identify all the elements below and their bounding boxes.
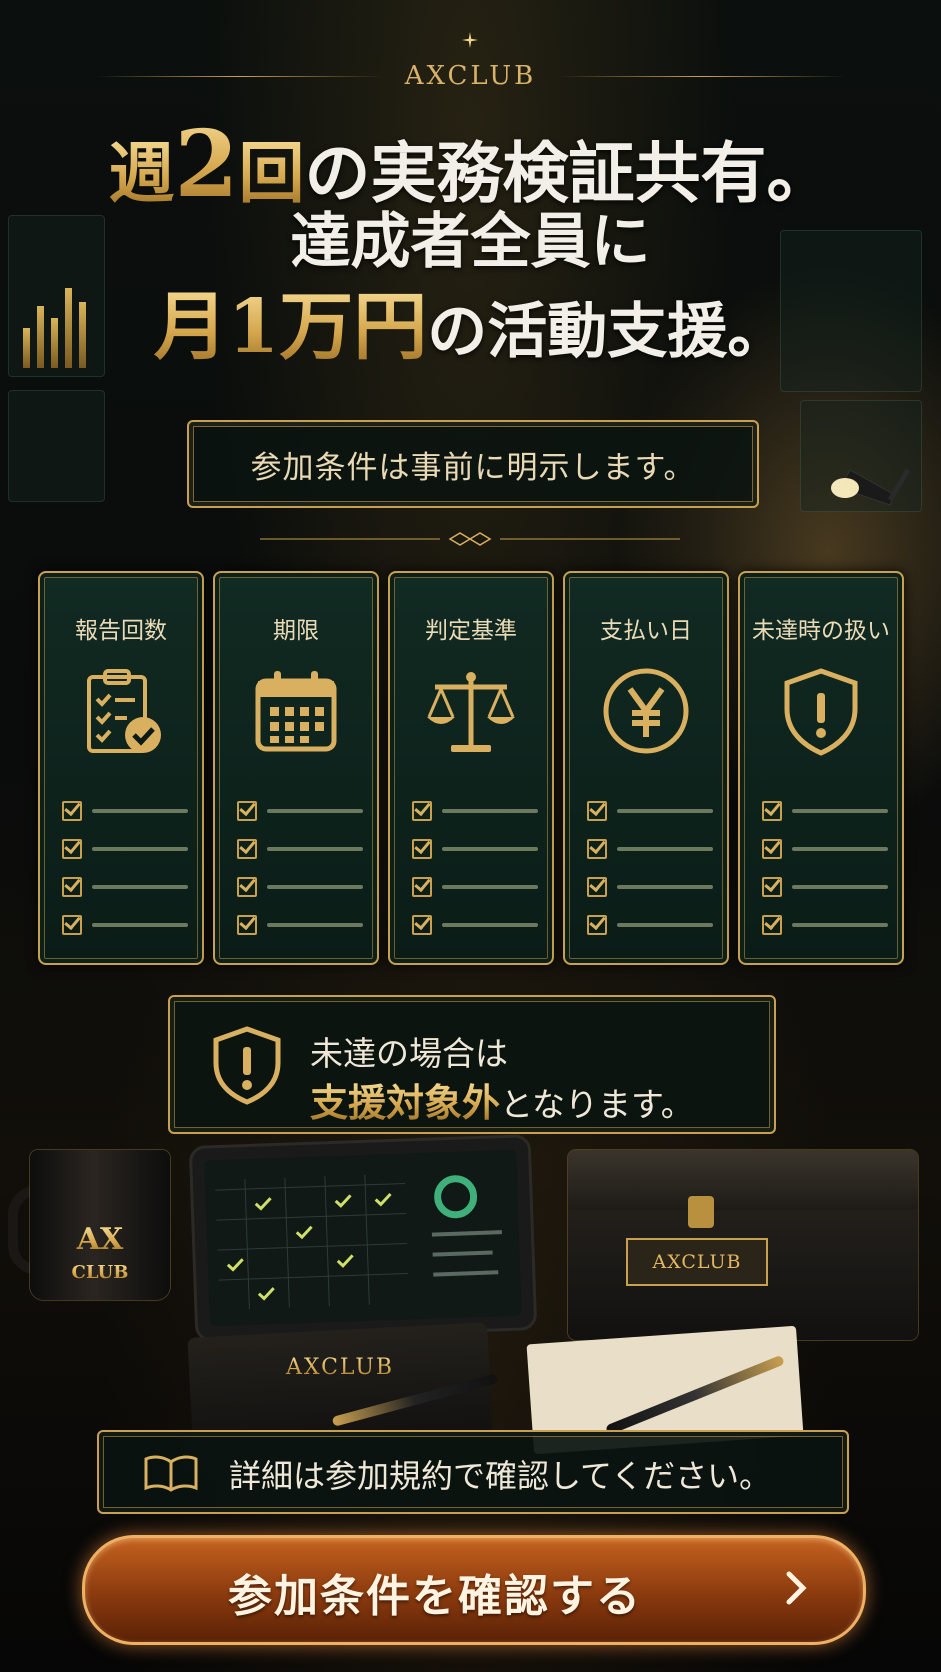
- mug-logo-ax: AX: [30, 1225, 170, 1255]
- card-deadline: 期限: [213, 571, 379, 965]
- promo-banner: AXCLUB 週2回の実務検証共有。 達成者全員に 月1万円の活動支援。 参加条…: [0, 0, 941, 1672]
- notebook: [187, 1322, 493, 1448]
- tablet-screen: [204, 1149, 522, 1327]
- info-text: 詳細は参加規約で確認してください。: [229, 1457, 772, 1495]
- brand-logo: AXCLUB: [404, 61, 537, 91]
- headline-times: 回: [238, 134, 305, 212]
- card-title: 報告回数: [75, 618, 167, 644]
- check-item: [237, 877, 363, 897]
- headline-number-2: 2: [174, 110, 239, 218]
- card-unmet-handling: 未達時の扱い: [738, 571, 904, 965]
- confirm-conditions-button-label: 参加条件を確認する: [228, 1571, 642, 1622]
- condition-notice-text: 参加条件は事前に明示します。: [250, 449, 696, 486]
- info-box: 詳細は参加規約で確認してください。: [97, 1430, 849, 1514]
- background-dashboard-left-2: [8, 390, 105, 502]
- check-item: [587, 801, 713, 821]
- warning-line-1: 未達の場合は: [310, 1034, 508, 1073]
- check-item: [62, 915, 188, 935]
- brand-divider-left: [95, 75, 383, 77]
- ornament-divider: [260, 532, 680, 546]
- scales-icon: [427, 672, 515, 752]
- shield-warning-icon: [213, 1026, 281, 1105]
- check-item: [762, 801, 888, 821]
- clipboard-check-icon: [87, 669, 161, 753]
- yen-coin-icon: [603, 668, 689, 754]
- warning-line-2: 支援対象外となります。: [310, 1072, 694, 1127]
- check-item: [412, 801, 538, 821]
- check-item: [412, 877, 538, 897]
- headline-line-1: 週2回の実務検証共有。: [0, 118, 941, 210]
- check-item: [762, 877, 888, 897]
- check-item: [762, 915, 888, 935]
- sparkle-icon: [462, 32, 478, 48]
- headline-week: 週: [108, 134, 175, 212]
- tablet-checkgrid-icon: [215, 1174, 502, 1310]
- chevron-right-icon: [786, 1571, 807, 1605]
- tablet: [188, 1134, 538, 1342]
- brand-divider-right: [558, 75, 846, 77]
- headline-amount: 月1万円: [153, 284, 428, 370]
- headline-line-2: 達成者全員に: [290, 207, 651, 277]
- open-book-icon: [144, 1455, 198, 1492]
- notebook-logo: AXCLUB: [190, 1355, 490, 1380]
- padlock-icon: [688, 1196, 714, 1228]
- check-item: [62, 801, 188, 821]
- check-item: [237, 801, 363, 821]
- condition-notice-box: 参加条件は事前に明示します。: [187, 420, 759, 508]
- brand-row: AXCLUB: [95, 58, 846, 94]
- check-item: [587, 877, 713, 897]
- headline-practice-sharing: の実務検証共有。: [304, 134, 833, 212]
- calendar-icon: [255, 671, 337, 752]
- desk-lamp-icon: [831, 468, 910, 506]
- lock-box-lid: [568, 1150, 918, 1210]
- lock-box-plate-text: AXCLUB: [652, 1251, 742, 1273]
- check-item: [587, 839, 713, 859]
- mug-logo-club: CLUB: [30, 1262, 170, 1283]
- check-item: [587, 915, 713, 935]
- check-item: [412, 839, 538, 859]
- card-criteria: 判定基準: [388, 571, 554, 965]
- headline-activity-support: の活動支援。: [427, 297, 788, 367]
- shield-alert-icon: [784, 668, 858, 756]
- check-item: [237, 915, 363, 935]
- check-item: [237, 839, 363, 859]
- card-payment-date: 支払い日: [563, 571, 729, 965]
- warning-rest: となります。: [500, 1085, 694, 1124]
- card-title: 判定基準: [425, 618, 517, 644]
- check-item: [62, 839, 188, 859]
- warning-emphasis: 支援対象外: [310, 1080, 501, 1125]
- lock-box-plate: AXCLUB: [626, 1238, 768, 1286]
- check-item: [412, 915, 538, 935]
- card-title: 未達時の扱い: [752, 618, 890, 644]
- check-item: [62, 877, 188, 897]
- headline-line-3: 月1万円の活動支援。: [0, 290, 941, 364]
- card-title: 支払い日: [600, 618, 692, 644]
- confirm-conditions-button[interactable]: 参加条件を確認する: [82, 1535, 866, 1645]
- check-item: [762, 839, 888, 859]
- card-report-count: 報告回数: [38, 571, 204, 965]
- card-title: 期限: [273, 618, 319, 644]
- warning-box: 未達の場合は 支援対象外となります。: [168, 995, 776, 1134]
